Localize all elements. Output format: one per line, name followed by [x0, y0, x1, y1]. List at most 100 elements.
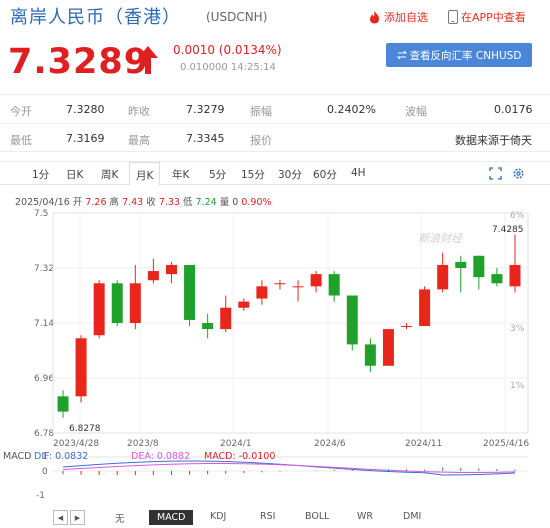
x-tick-label: 2023/4/28 [53, 439, 99, 449]
stats-row-1: 今开 7.3280 昨收 7.3279 振幅 0.2402% 波幅 0.0176 [0, 95, 550, 123]
candle-body [147, 271, 159, 281]
candle-body [310, 274, 322, 287]
prev-close-value: 7.3279 [186, 103, 225, 116]
symbol-code: (USDCNH) [206, 10, 268, 24]
fullscreen-icon[interactable] [489, 167, 502, 180]
reverse-rate-label: 查看反向汇率 CNHUSD [409, 49, 522, 62]
tab-rsi[interactable]: RSI [260, 511, 275, 522]
min-price-label: 6.8278 [69, 424, 101, 434]
amplitude-value: 0.2402% [327, 103, 376, 116]
tab-macd[interactable]: MACD [149, 510, 194, 525]
stats-row-2: 最低 7.3169 最高 7.3345 报价 数据来源于倚天 [0, 123, 550, 151]
candle-body [93, 283, 105, 336]
candle-body [129, 283, 141, 323]
price-change: 0.0010 (0.0134%) [173, 43, 282, 57]
tab-5min[interactable]: 5分 [209, 167, 226, 182]
x-tick-label: 2025/4/16 [483, 439, 529, 449]
tab-dmi[interactable]: DMI [403, 511, 421, 522]
candle-body [401, 326, 413, 328]
dea-value: DEA: 0.0882 [131, 451, 191, 462]
y-tick-label: 6.96 [34, 374, 54, 384]
x-tick-label: 2024/1 [220, 439, 252, 449]
candle-body [346, 295, 358, 345]
page: 离岸人民币（香港） (USDCNH) 添加自选 在APP中查看 7.3289 0… [0, 0, 550, 528]
y-tick-label: 7.14 [34, 319, 54, 329]
up-arrow-icon [138, 46, 158, 74]
x-tick-label: 2024/11 [405, 439, 442, 449]
period-tabs: 1分 日K 周K 月K 年K 5分 15分 30分 60分 4H [0, 161, 550, 186]
prev-close-label: 昨收 [128, 105, 150, 118]
kline-chart[interactable]: 7.5 7.32 7.14 6.96 6.78 6% 3% 1% 新浪财经 7.4285 6.827… [0, 205, 550, 508]
candle-body [57, 396, 69, 412]
settings-gear-icon[interactable] [512, 167, 525, 180]
macd-tick-label: -1 [36, 491, 45, 501]
tab-kdj[interactable]: KDJ [210, 511, 226, 522]
open-label: 今开 [10, 105, 32, 118]
candle-body [184, 264, 196, 320]
app-view-label: 在APP中查看 [461, 11, 526, 24]
watermark-text: 新浪财经 [418, 232, 463, 245]
fire-icon [370, 11, 379, 24]
indicator-tabs: 无 MACD KDJ RSI BOLL WR DMI [0, 508, 550, 528]
tab-wr[interactable]: WR [357, 511, 373, 522]
amplitude-label: 振幅 [250, 105, 272, 118]
y-tick-label: 7.32 [34, 264, 54, 274]
add-watch-label: 添加自选 [384, 11, 428, 24]
app-view-button[interactable]: 在APP中查看 [448, 9, 526, 25]
candle-body [382, 329, 394, 366]
candle-body [274, 283, 286, 285]
report-label: 报价 [250, 134, 272, 147]
candle-body [437, 264, 449, 290]
tab-boll[interactable]: BOLL [305, 511, 329, 522]
wave-label: 波幅 [405, 105, 427, 118]
tab-30min[interactable]: 30分 [278, 167, 302, 182]
low-label: 最低 [10, 134, 32, 147]
candle-body [328, 274, 340, 296]
dif-value: DIF: 0.0832 [34, 451, 89, 462]
tab-1min[interactable]: 1分 [32, 167, 49, 182]
x-tick-label: 2024/6 [314, 439, 346, 449]
high-value: 7.3345 [186, 132, 225, 145]
wave-value: 0.0176 [494, 103, 533, 116]
tab-15min[interactable]: 15分 [241, 167, 265, 182]
tab-yearly[interactable]: 年K [172, 167, 189, 182]
candle-body [111, 283, 123, 323]
low-value: 7.3169 [66, 132, 105, 145]
tab-4h[interactable]: 4H [351, 167, 366, 179]
candle-body [256, 286, 268, 299]
tab-daily[interactable]: 日K [66, 167, 83, 182]
candle-body [473, 255, 485, 278]
candle-body [202, 323, 214, 330]
swap-icon [396, 50, 407, 60]
candle-body [220, 307, 232, 330]
quote-time: 0.010000 14:25:14 [180, 62, 276, 73]
candle-body [509, 264, 521, 287]
macd-value: MACD: -0.0100 [204, 451, 276, 462]
macd-title: MACD [3, 451, 32, 462]
reverse-rate-button[interactable]: 查看反向汇率 CNHUSD [386, 43, 532, 67]
tab-60min[interactable]: 60分 [313, 167, 337, 182]
candle-body [419, 289, 431, 327]
x-tick-label: 2023/8 [127, 439, 159, 449]
high-label: 最高 [128, 134, 150, 147]
candle-body [292, 286, 304, 288]
candle-body [364, 344, 376, 366]
current-price: 7.3289 [8, 42, 150, 82]
max-price-label: 7.4285 [492, 225, 524, 235]
candle-body [455, 261, 467, 268]
data-source: 数据来源于倚天 [455, 134, 532, 147]
y-pct-tick-label: 1% [510, 381, 525, 391]
candle-body [238, 301, 250, 308]
open-value: 7.3280 [66, 103, 105, 116]
y-pct-tick-label: 3% [510, 324, 525, 334]
phone-icon [448, 10, 458, 24]
add-watch-button[interactable]: 添加自选 [368, 9, 428, 25]
tab-none[interactable]: 无 [115, 511, 125, 525]
y-pct-tick-label: 6% [510, 211, 525, 221]
y-tick-label: 6.78 [34, 429, 54, 439]
tab-monthly[interactable]: 月K [129, 162, 161, 186]
macd-tick-label: 0 [42, 467, 48, 477]
candle-body [165, 264, 177, 275]
tab-weekly[interactable]: 周K [101, 167, 118, 182]
y-tick-label: 7.5 [34, 209, 48, 219]
